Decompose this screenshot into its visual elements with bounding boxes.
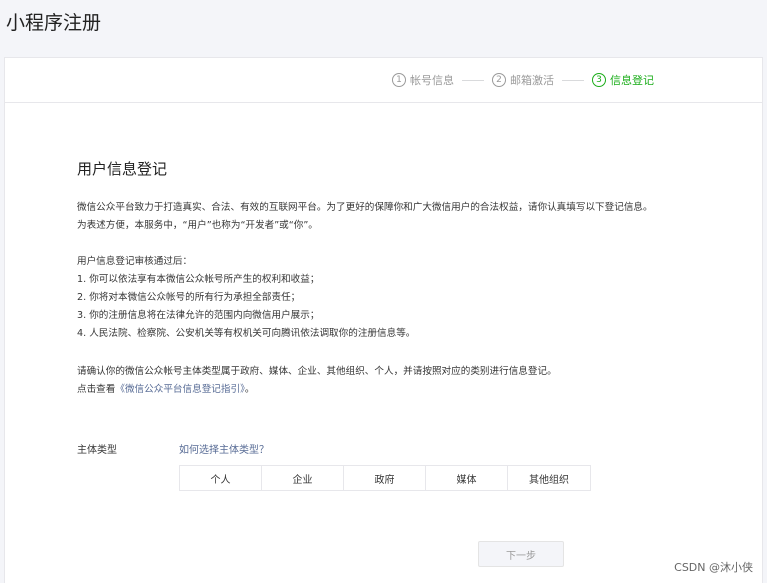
step-number: 2 <box>492 73 506 87</box>
intro-text: 微信公众平台致力于打造真实、合法、有效的互联网平台。为了更好的保障你和广大微信用… <box>77 202 653 213</box>
subject-type-other-org[interactable]: 其他组织 <box>508 466 590 490</box>
confirm-text: 点击查看《微信公众平台信息登记指引》。 <box>77 381 757 399</box>
approval-item: 4. 人民法院、检察院、公安机关等有权机关可向腾讯依法调取你的注册信息等。 <box>77 328 416 339</box>
registration-card: 1 帐号信息 2 邮箱激活 3 信息登记 用户信息登记 微信公众平台致力于打造真… <box>4 57 763 583</box>
confirm-block: 请确认你的微信公众帐号主体类型属于政府、媒体、企业、其他组织、个人，并请按照对应… <box>77 363 757 399</box>
confirm-prefix: 点击查看 <box>77 384 116 395</box>
subject-type-label: 主体类型 <box>77 445 117 456</box>
confirm-text: 请确认你的微信公众帐号主体类型属于政府、媒体、企业、其他组织、个人，并请按照对应… <box>77 366 557 377</box>
subject-type-help-link[interactable]: 如何选择主体类型？ <box>179 441 269 456</box>
step-divider <box>562 79 584 81</box>
subject-type-government[interactable]: 政府 <box>344 466 426 490</box>
watermark: CSDN @沐小侠 <box>674 561 753 574</box>
section-title: 用户信息登记 <box>77 160 168 178</box>
step-email-activation: 2 邮箱激活 <box>492 72 554 88</box>
approval-item: 1. 你可以依法享有本微信公众帐号所产生的权利和收益； <box>77 274 320 285</box>
intro-text: 为表述方便，本服务中，“用户”也称为“开发者”或“你”。 <box>77 220 318 231</box>
step-label: 帐号信息 <box>410 74 454 87</box>
intro-block: 微信公众平台致力于打造真实、合法、有效的互联网平台。为了更好的保障你和广大微信用… <box>77 199 757 235</box>
next-button[interactable]: 下一步 <box>478 541 564 567</box>
page-title: 小程序注册 <box>6 12 102 34</box>
step-number: 1 <box>392 73 406 87</box>
approval-item: 3. 你的注册信息将在法律允许的范围内向微信用户展示； <box>77 310 320 321</box>
step-indicator: 1 帐号信息 2 邮箱激活 3 信息登记 <box>5 58 762 103</box>
confirm-suffix: 。 <box>244 384 255 395</box>
form-content: 用户信息登记 微信公众平台致力于打造真实、合法、有效的互联网平台。为了更好的保障… <box>77 158 757 415</box>
step-info-registration: 3 信息登记 <box>592 72 654 88</box>
step-account-info: 1 帐号信息 <box>392 72 454 88</box>
approval-item: 2. 你将对本微信公众帐号的所有行为承担全部责任； <box>77 292 301 303</box>
approval-heading: 用户信息登记审核通过后： <box>77 256 193 267</box>
subject-type-media[interactable]: 媒体 <box>426 466 508 490</box>
step-divider <box>462 79 484 81</box>
step-label: 信息登记 <box>610 74 654 87</box>
subject-type-options: 个人 企业 政府 媒体 其他组织 <box>179 465 591 491</box>
subject-type-enterprise[interactable]: 企业 <box>262 466 344 490</box>
subject-type-personal[interactable]: 个人 <box>180 466 262 490</box>
guide-link[interactable]: 《微信公众平台信息登记指引》 <box>115 384 245 395</box>
step-label: 邮箱激活 <box>510 74 554 87</box>
step-number: 3 <box>592 73 606 87</box>
approval-block: 用户信息登记审核通过后： 1. 你可以依法享有本微信公众帐号所产生的权利和收益；… <box>77 253 757 343</box>
